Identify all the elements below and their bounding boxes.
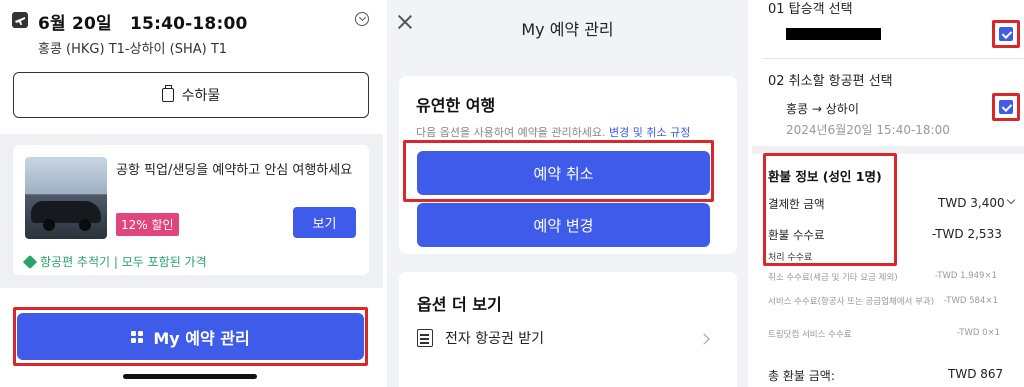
chevron-down-icon[interactable] [355,12,369,26]
manage-booking-button[interactable]: My 예약 관리 [17,313,364,360]
more-options-heading: 옵션 더 보기 [417,295,502,314]
flight-date-time: 6월 20일 15:40-18:00 [38,9,248,34]
policy-link[interactable]: 변경 및 취소 규정 [609,126,690,139]
trip-fee-value: -TWD 0×1 [957,328,1001,338]
baggage-icon [161,85,174,102]
flexible-travel-heading: 유연한 여행 [416,96,496,115]
refund-fee-label: 환불 수수료 [768,228,825,242]
manage-booking-panel: My 예약 관리 유연한 여행 다음 옵션을 사용하여 예약을 관리하세요. 변… [387,0,748,387]
trip-fee-label: 트립닷컴 서비스 수수료 [768,330,852,340]
manage-booking-label: My 예약 관리 [153,328,250,348]
cancellation-panel: 01 탑승객 선택 02 취소할 항공편 선택 홍콩 → 상하이 2024년6월… [752,0,1024,387]
eticket-item[interactable]: 전자 항공권 받기 [417,328,544,348]
description-text: 다음 옵션을 사용하여 예약을 관리하세요. [416,126,606,139]
page-title: My 예약 관리 [521,20,614,39]
cancel-flight-datetime: 2024년6월20일 15:40-18:00 [786,123,950,137]
flight-route: 홍콩 (HKG) T1-상하이 (SHA) T1 [38,42,228,57]
chevron-down-icon[interactable] [1006,195,1016,205]
manage-description: 다음 옵션을 사용하여 예약을 관리하세요. 변경 및 취소 규정 [416,124,690,140]
checkmark-heart-icon [22,254,38,269]
cancel-fee-value: -TWD 1,949×1 [935,271,997,281]
step2-label: 02 취소할 항공편 선택 [768,74,893,89]
change-booking-button[interactable]: 예약 변경 [417,203,710,247]
refund-fee-value: -TWD 2,533 [932,227,1002,241]
refund-info-title: 환불 정보 (성인 1명) [768,169,882,184]
car-image [25,157,107,239]
discount-badge: 12% 할인 [116,213,179,236]
ticket-icon [417,329,433,347]
flight-checkbox[interactable] [999,100,1013,114]
flight-date: 6월 20일 [38,14,112,34]
paid-amount-label: 결제한 금액 [768,197,825,211]
baggage-button[interactable]: 수하물 [13,72,369,118]
step1-label: 01 탑승객 선택 [768,2,853,17]
total-refund-label: 총 환불 금액: [768,369,835,383]
processing-fee-label: 처리 수수료 [768,253,813,263]
paid-amount-value: TWD 3,400 [938,196,1005,210]
flight-time: 15:40-18:00 [130,14,248,34]
divider [762,58,1024,59]
passenger-checkbox[interactable] [999,27,1013,41]
eticket-label: 전자 항공권 받기 [445,331,545,347]
service-fee-label: 서비스 수수료(항공사 또는 공급업체에서 부과) [768,297,935,307]
home-indicator [123,374,257,379]
redacted-passenger-name [786,28,881,40]
baggage-label: 수하물 [181,88,221,104]
service-fee-value: -TWD 584×1 [944,296,998,306]
airport-transfer-card[interactable]: 공항 픽업/샌딩을 예약하고 안심 여행하세요 12% 할인 보기 항공편 추적… [13,145,369,275]
cancel-fee-label: 취소 수수료(세금 및 기타 요금 제외) [768,273,898,283]
section-separator [752,146,1024,154]
flight-tracker-note: 항공편 추적기 | 모두 포함된 가격 [22,253,207,270]
view-button[interactable]: 보기 [293,207,356,238]
cancel-flight-route: 홍콩 → 상하이 [786,102,859,116]
trip-detail-panel: 6월 20일 15:40-18:00 홍콩 (HKG) T1-상하이 (SHA)… [0,0,383,387]
promo-text: 공항 픽업/샌딩을 예약하고 안심 여행하세요 [116,163,353,178]
airplane-icon [12,12,28,28]
grid-icon [131,330,144,343]
total-refund-value: TWD 867 [948,367,1004,381]
tracker-text: 항공편 추적기 | 모두 포함된 가격 [40,255,207,269]
cancel-booking-button[interactable]: 예약 취소 [417,151,710,195]
